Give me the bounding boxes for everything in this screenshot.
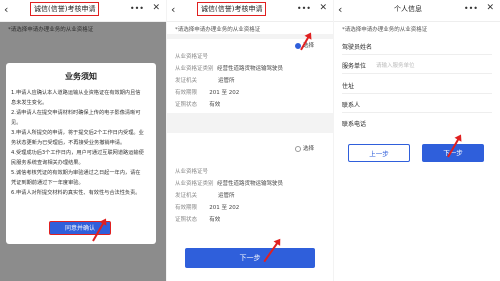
modal-title: 业务须知 xyxy=(65,72,97,81)
notice-line: 务状态更新为已受理后，不再接受业务撤销申请。 xyxy=(11,140,126,146)
service-unit-label: 服务单位 xyxy=(342,63,367,70)
cert-field: 证照状态 有效 xyxy=(175,217,221,223)
back-icon[interactable]: ‹ xyxy=(4,3,8,16)
divider xyxy=(342,112,492,113)
panel-notice: ‹ 诚信(信誉)考核申请 ••• ✕ *请选择申请办理业务的从业资格证 业务须知… xyxy=(0,0,166,281)
notice-line: 息未发生变化。 xyxy=(11,100,48,106)
notice-line: 2.请申请人在提交申请材料时确保上传的电子影像清晰可 xyxy=(11,110,141,116)
notice-line: 3.申请人所提交的申请，将于提交后2个工作日内受理。业 xyxy=(11,130,144,136)
more-icon[interactable]: ••• xyxy=(297,4,311,13)
back-icon[interactable]: ‹ xyxy=(171,3,175,16)
select-label: 选择 xyxy=(303,146,315,152)
contact-label: 联系人 xyxy=(342,102,361,109)
notice-line: 1.申请人应确认本人道路运输从业资格证在有效期内且信 xyxy=(11,90,141,96)
phone-label: 联系电话 xyxy=(342,121,367,128)
close-icon[interactable]: ✕ xyxy=(319,3,327,13)
divider xyxy=(167,113,333,133)
more-icon[interactable]: ••• xyxy=(130,4,144,13)
cert-field: 有效期限 201 至 202 xyxy=(175,90,240,96)
next-button[interactable]: 下一步 xyxy=(185,248,315,268)
cert-field: 从业资格证号 xyxy=(175,169,209,175)
cert-field: 有效期限 201 至 202 xyxy=(175,205,240,211)
page-title: 个人信息 xyxy=(394,5,422,13)
instruction-note: *请选择申请办理业务的从业资格证 xyxy=(175,27,261,33)
notice-line: 凭证到期前通过下一年度审验。 xyxy=(11,180,84,186)
cert-field: 发证机关 运管所 xyxy=(175,78,235,84)
notice-modal: 业务须知 1.申请人应确认本人道路运输从业资格证在有效期内且信 息未发生变化。 … xyxy=(6,63,156,244)
divider xyxy=(342,93,492,94)
panel-personal-info: ‹ 个人信息 ••• ✕ *请选择申请办理业务的从业资格证 驾驶员姓名 服务单位… xyxy=(334,0,500,281)
more-icon[interactable]: ••• xyxy=(464,4,478,13)
header: ‹ 诚信(信誉)考核申请 ••• ✕ xyxy=(0,0,166,22)
header: ‹ 个人信息 ••• ✕ xyxy=(334,0,500,22)
notice-line: 5.诚信考核凭证的有效期为审验通过之日起一年内，请在 xyxy=(11,170,141,176)
cert-field: 从业资格证类别 经营性道路货物运输驾驶员 xyxy=(175,66,284,72)
previous-button[interactable]: 上一步 xyxy=(348,144,410,162)
notice-line: 民服务系统查询相关办理结果。 xyxy=(11,160,84,166)
notice-line: 4.受理成功后3个工作日内，用户可通过互联网道路运输便 xyxy=(11,150,144,156)
select-checkbox[interactable]: 选择 xyxy=(295,144,314,152)
address-label: 住址 xyxy=(342,83,355,90)
panel-select-cert: ‹ 诚信(信誉)考核申请 ••• ✕ *请选择申请办理业务的从业资格证 选择 从… xyxy=(167,0,333,281)
notice-line: 见。 xyxy=(11,120,22,126)
instruction-note: *请选择申请办理业务的从业资格证 xyxy=(342,27,428,33)
driver-name-label: 驾驶员姓名 xyxy=(342,44,373,51)
page-title: 诚信(信誉)考核申请 xyxy=(30,2,100,16)
cert-field: 从业资格证类别 经营性道路货物运输驾驶员 xyxy=(175,181,284,187)
cert-field: 从业资格证号 xyxy=(175,54,209,60)
close-icon[interactable]: ✕ xyxy=(152,3,160,13)
notice-line: 6.申请人对所提交材料的真实性、有效性与合法性负责。 xyxy=(11,190,141,196)
page-title: 诚信(信誉)考核申请 xyxy=(197,2,267,16)
cert-field: 发证机关 运管所 xyxy=(175,193,235,199)
cert-field: 证照状态 有效 xyxy=(175,102,221,108)
divider xyxy=(342,54,492,55)
back-icon[interactable]: ‹ xyxy=(338,3,342,16)
divider xyxy=(342,73,492,74)
header: ‹ 诚信(信誉)考核申请 ••• ✕ xyxy=(167,0,333,22)
service-unit-input[interactable]: 请输入服务单位 xyxy=(376,61,415,69)
unchecked-icon xyxy=(295,145,301,152)
close-icon[interactable]: ✕ xyxy=(486,3,494,13)
